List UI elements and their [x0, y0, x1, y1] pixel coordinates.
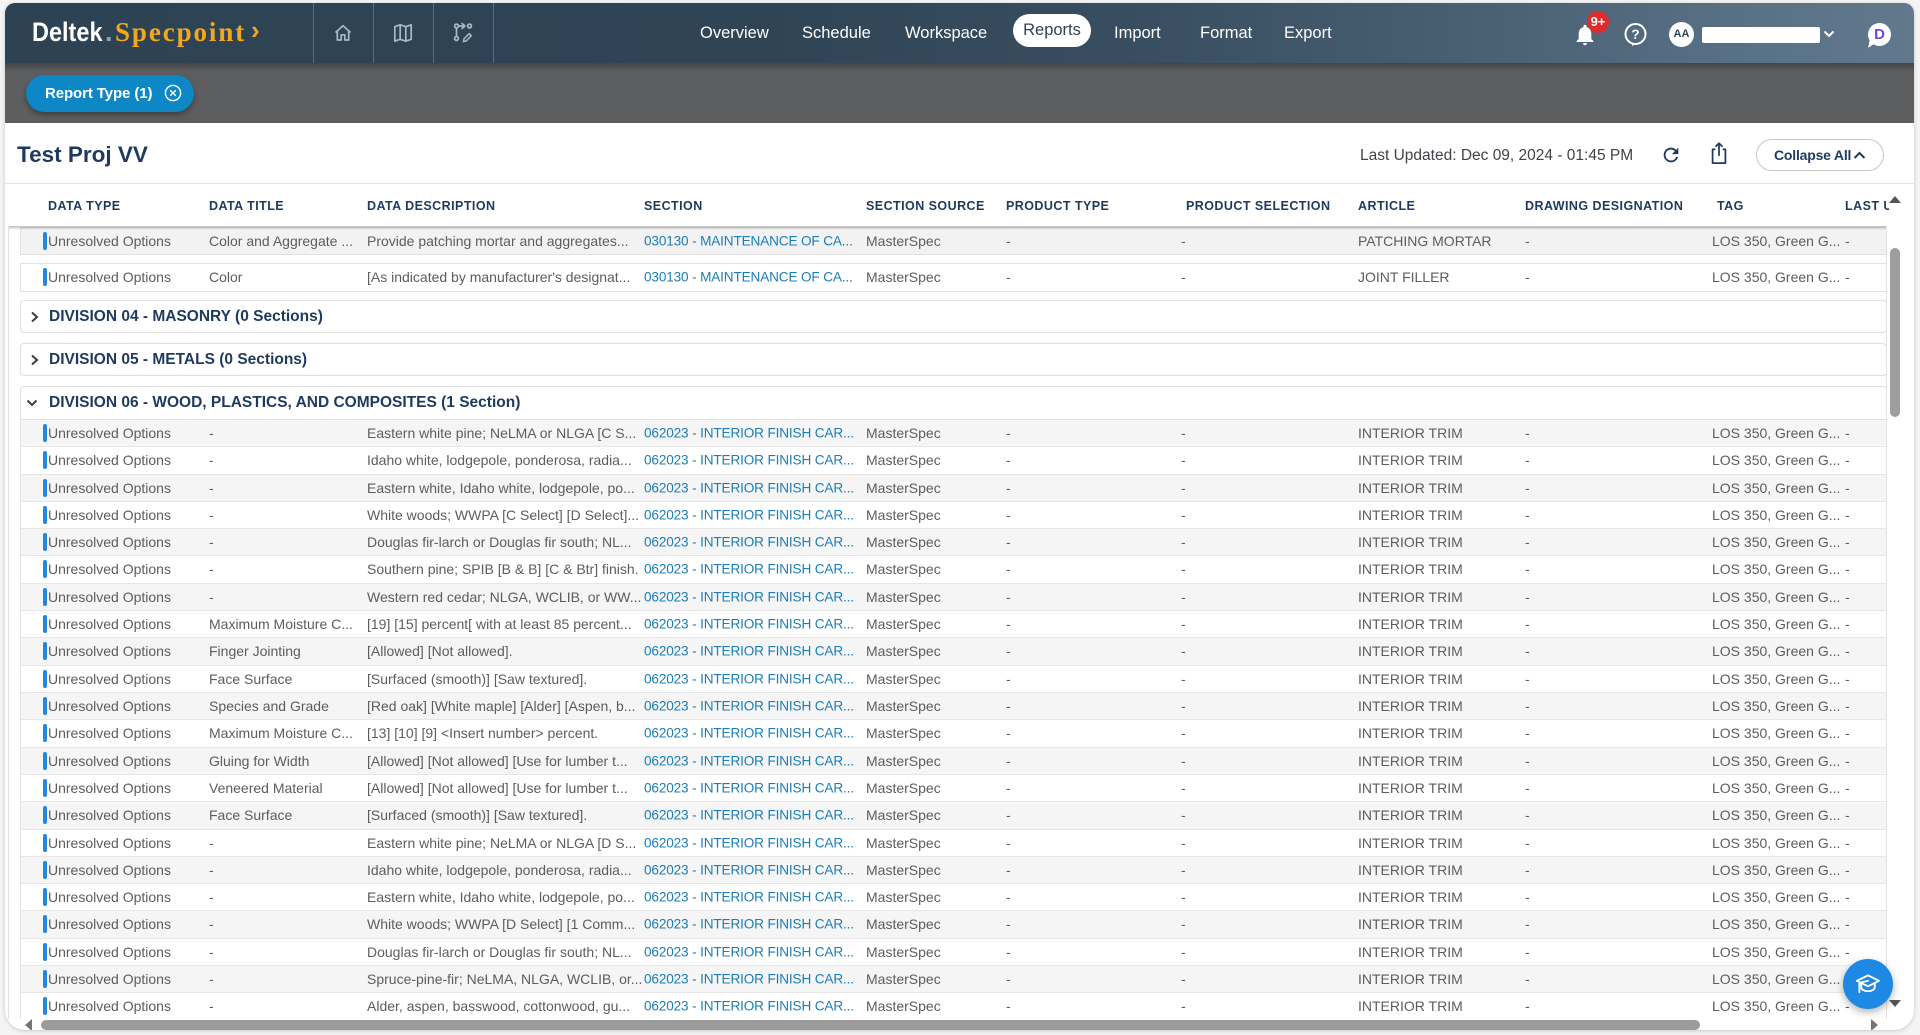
svg-text:?: ? [1631, 27, 1639, 42]
